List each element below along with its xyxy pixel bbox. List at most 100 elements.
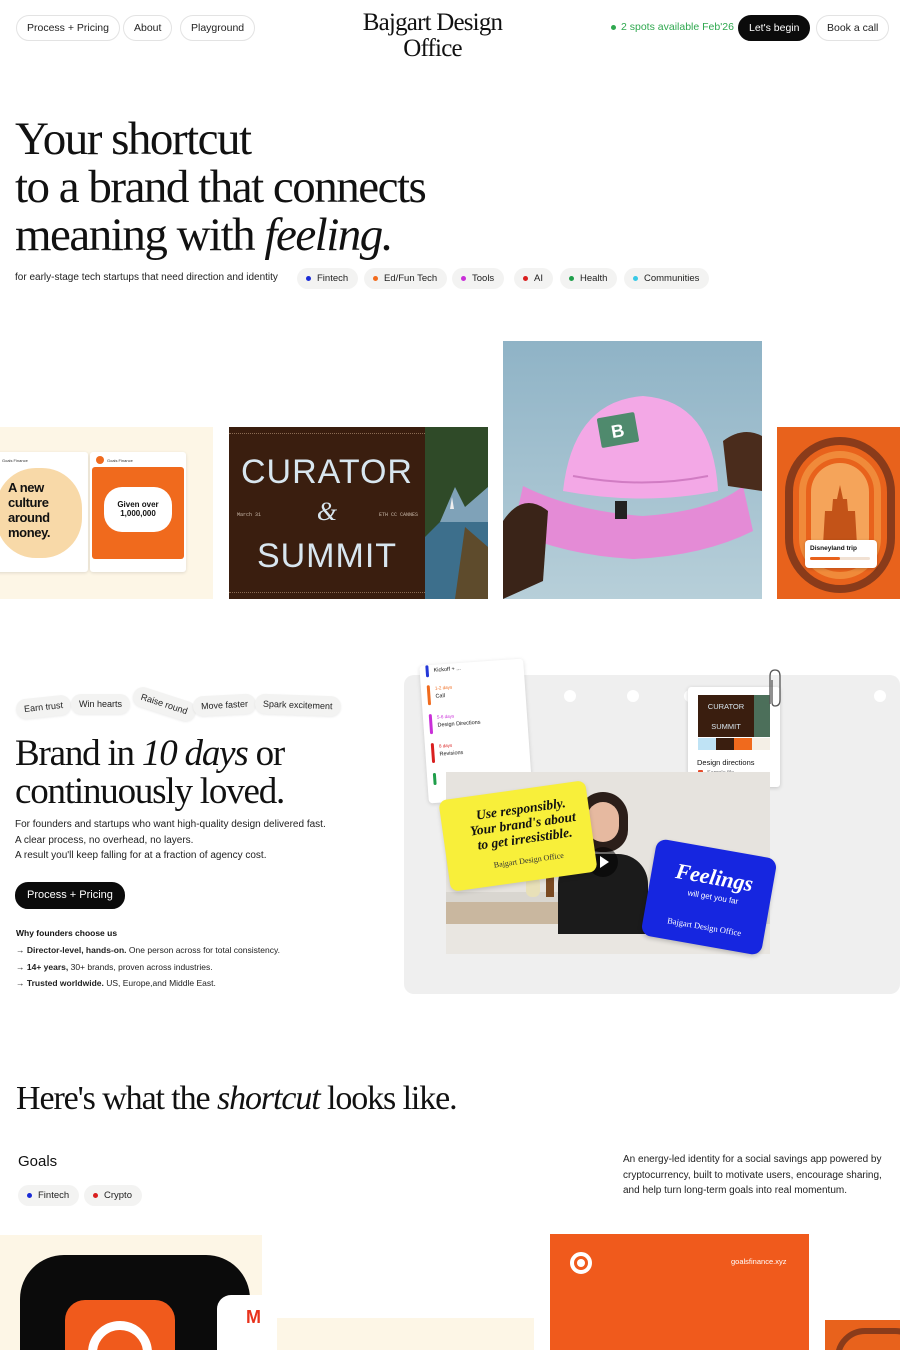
ai-dot-icon — [523, 276, 528, 281]
step-bar — [426, 685, 432, 706]
tag-label: Communities — [644, 273, 700, 284]
step-label: Call — [435, 693, 446, 700]
brand-avatar-icon — [96, 456, 104, 464]
goals-preview-right[interactable] — [825, 1320, 900, 1350]
decor-dots-bottom — [229, 592, 429, 593]
benefit-earn-trust: Earn trust — [15, 694, 72, 720]
trip-progress-fill — [810, 557, 840, 560]
tag-communities[interactable]: Communities — [624, 268, 710, 289]
goals-brand-card[interactable]: goalsfinance.xyz — [550, 1234, 809, 1350]
fintech-dot-icon — [306, 276, 311, 281]
tag-crypto[interactable]: Crypto — [84, 1185, 142, 1206]
tag-fintech[interactable]: Fintech — [297, 268, 359, 289]
hero-emphasis: feeling. — [264, 209, 393, 261]
gallery-disneyland-trip[interactable]: Disneyland trip — [777, 427, 900, 599]
goals-logo-core — [577, 1259, 585, 1267]
post-headline: A new culture around money. — [8, 480, 51, 540]
castle-icon — [823, 485, 857, 545]
board-hole — [874, 690, 886, 702]
sticker-sign: Bajgart Design Office — [493, 850, 565, 870]
hero-line-3-text: meaning with — [15, 209, 265, 261]
tag-label: Ed/Fun Tech — [384, 273, 438, 284]
mini-title-2: SUMMIT — [711, 722, 741, 731]
goals-preview-middle[interactable] — [277, 1318, 534, 1350]
showcase-title-post: looks like. — [319, 1080, 458, 1117]
tag-health[interactable]: Health — [560, 268, 618, 289]
color-swatches — [698, 738, 770, 750]
reason-rest: 30+ brands, proven across industries. — [68, 962, 213, 972]
offer-desc-line: For founders and startups who want high-… — [15, 819, 326, 830]
logo-line-2: Office — [403, 35, 462, 62]
tag-ai[interactable]: AI — [514, 268, 553, 289]
tag-tools[interactable]: Tools — [452, 268, 505, 289]
gallery-pink-hat-photo[interactable]: B — [503, 341, 762, 599]
gallery-curator-summit[interactable]: CURATOR & March 31 ETH CC CANNES SUMMIT — [229, 427, 488, 599]
card-caption: Design directions — [697, 758, 755, 767]
reason-rest: US, Europe,and Middle East. — [103, 978, 216, 988]
benefit-spark-excitement: Spark excitement — [254, 693, 341, 717]
offer-title-emphasis: 10 days — [141, 733, 249, 774]
reason-bold: 14+ years, — [26, 962, 69, 972]
trip-card: Disneyland trip — [805, 540, 877, 568]
lets-begin-button[interactable]: Let's begin — [738, 15, 811, 41]
reason-item: → Director-level, hands-on. One person a… — [16, 945, 280, 955]
step-days: 1-2 days — [434, 684, 453, 691]
logo-line-1: Bajgart Design — [362, 9, 503, 36]
site-logo[interactable]: Bajgart Design Office — [330, 10, 535, 62]
step-days: 8 days — [438, 742, 453, 749]
step-bar — [432, 772, 437, 786]
step-days: 5-6 days — [436, 713, 455, 720]
app-icon-letter: M — [246, 1307, 261, 1327]
tag-edtech[interactable]: Ed/Fun Tech — [364, 268, 448, 289]
nav-link-process-pricing[interactable]: Process + Pricing — [16, 15, 120, 41]
offer-title: Brand in 10 days or continuously loved. — [15, 733, 286, 812]
curator-place: ETH CC CANNES — [379, 512, 419, 518]
offer-title-pre: Brand in — [15, 733, 142, 774]
offer-title-line-2: continuously loved. — [15, 771, 285, 812]
offer-title-post: or — [247, 733, 286, 774]
hero-line-2: to a brand that connects — [15, 161, 427, 213]
offer-process-pricing-button[interactable]: Process + Pricing — [15, 882, 125, 909]
hero-line-1: Your shortcut — [15, 113, 252, 165]
social-post-card-2: Goals Finance Given over 1,000,000 — [90, 452, 186, 572]
curator-date: March 31 — [237, 512, 262, 518]
project-description: An energy-led identity for a social savi… — [623, 1154, 882, 1196]
tag-label: AI — [534, 273, 543, 284]
nav-link-about[interactable]: About — [123, 15, 173, 41]
offer-desc-line: A result you'll keep falling for at a fr… — [15, 850, 267, 861]
reason-bold: Trusted worldwide. — [26, 978, 104, 988]
curator-title-2: SUMMIT — [256, 537, 398, 575]
fintech-dot-icon — [27, 1193, 32, 1198]
decor-dots — [229, 433, 429, 434]
project-name: Goals — [18, 1153, 58, 1170]
benefit-raise-round: Raise round — [130, 684, 199, 724]
arrow-right-icon: → — [16, 962, 27, 972]
sticker-sign-blue: Bajgart Design Office — [666, 915, 742, 939]
reason-item: → 14+ years, 30+ brands, proven across i… — [16, 962, 213, 972]
gallery-goals-social[interactable]: Goals Finance A new culture around money… — [0, 427, 213, 599]
step-label: Kickoff + ... — [433, 665, 462, 674]
sticker-text: Use responsibly. Your brand's about to g… — [458, 793, 588, 855]
site-url: goalsfinance.xyz — [731, 1257, 787, 1266]
arrow-right-icon: → — [16, 978, 27, 988]
post-brand-2: Goals Finance — [107, 458, 133, 463]
goals-app-icon-preview[interactable]: M — [0, 1235, 262, 1350]
edtech-dot-icon — [373, 276, 378, 281]
showcase-title-pre: Here's what the — [16, 1080, 217, 1117]
tag-label: Fintech — [38, 1190, 70, 1201]
tag-fintech[interactable]: Fintech — [18, 1185, 80, 1206]
reason-bold: Director-level, hands-on. — [26, 945, 127, 955]
hero-line-3: meaning with feeling. — [15, 211, 425, 259]
reason-rest: One person across for total consistency. — [126, 945, 280, 955]
hero-headline: Your shortcut to a brand that connects m… — [15, 113, 427, 259]
paperclip-icon — [769, 669, 781, 707]
tag-label: Tools — [472, 273, 495, 284]
reason-item: → Trusted worldwide. US, Europe,and Midd… — [16, 978, 216, 988]
post-stat: Given over 1,000,000 — [117, 500, 159, 518]
nav-link-playground[interactable]: Playground — [180, 15, 256, 41]
benefit-win-hearts: Win hearts — [71, 694, 131, 714]
book-call-button[interactable]: Book a call — [816, 15, 890, 41]
offer-desc-line: A clear process, no overhead, no layers. — [15, 834, 194, 846]
tag-label: Crypto — [104, 1190, 132, 1201]
hero-subtitle: for early-stage tech startups that need … — [15, 272, 278, 283]
